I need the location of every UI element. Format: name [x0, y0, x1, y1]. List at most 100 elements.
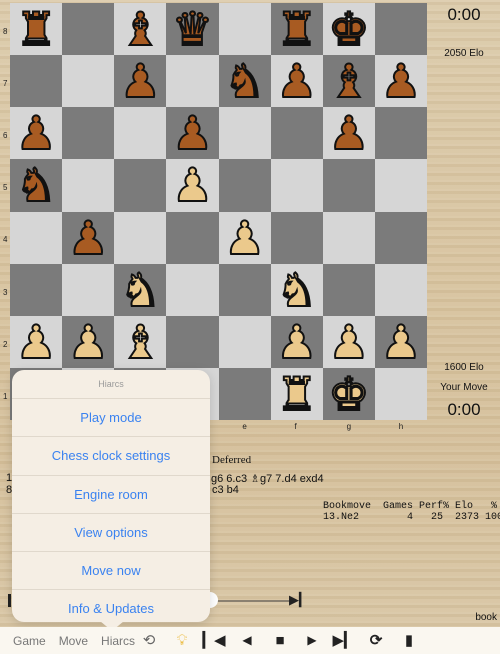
- square-h7[interactable]: ♟: [374, 55, 427, 108]
- black-rook-icon[interactable]: ♜: [14, 5, 57, 53]
- white-pawn-icon[interactable]: ♟: [223, 214, 266, 262]
- square-f4[interactable]: [270, 211, 323, 264]
- square-c7[interactable]: ♟: [114, 55, 167, 108]
- white-rook-icon[interactable]: ♜: [275, 370, 318, 418]
- square-b7[interactable]: [62, 55, 115, 108]
- square-c5[interactable]: [114, 159, 167, 212]
- square-e6[interactable]: [218, 107, 271, 160]
- black-pawn-icon[interactable]: ♟: [119, 57, 162, 105]
- square-e4[interactable]: ♟: [218, 211, 271, 264]
- white-king-icon[interactable]: ♚: [327, 370, 370, 418]
- square-d7[interactable]: [166, 55, 219, 108]
- white-pawn-icon[interactable]: ♟: [14, 318, 57, 366]
- square-a6[interactable]: ♟: [10, 107, 63, 160]
- white-pawn-icon[interactable]: ♟: [327, 318, 370, 366]
- square-a2[interactable]: ♟: [10, 315, 63, 368]
- slider-end-icon[interactable]: ▶▎: [289, 592, 309, 608]
- square-f6[interactable]: [270, 107, 323, 160]
- square-g7[interactable]: ♝: [322, 55, 375, 108]
- square-h4[interactable]: [374, 211, 427, 264]
- square-b6[interactable]: [62, 107, 115, 160]
- black-pawn-icon[interactable]: ♟: [171, 109, 214, 157]
- menu-item-engine-room[interactable]: Engine room: [12, 476, 210, 514]
- square-e5[interactable]: [218, 159, 271, 212]
- square-d8[interactable]: ♛: [166, 3, 219, 56]
- stop-icon[interactable]: ■: [268, 627, 292, 654]
- square-g8[interactable]: ♚: [322, 3, 375, 56]
- square-f3[interactable]: ♞: [270, 263, 323, 316]
- square-f1[interactable]: ♜: [270, 367, 323, 420]
- square-f5[interactable]: [270, 159, 323, 212]
- square-c6[interactable]: [114, 107, 167, 160]
- previous-move-icon[interactable]: ◀: [235, 627, 259, 654]
- square-b3[interactable]: [62, 263, 115, 316]
- square-f2[interactable]: ♟: [270, 315, 323, 368]
- square-d6[interactable]: ♟: [166, 107, 219, 160]
- next-move-icon[interactable]: ▶: [300, 627, 324, 654]
- square-c8[interactable]: ♝: [114, 3, 167, 56]
- square-d2[interactable]: [166, 315, 219, 368]
- black-pawn-icon[interactable]: ♟: [67, 214, 110, 262]
- white-pawn-icon[interactable]: ♟: [275, 318, 318, 366]
- black-pawn-icon[interactable]: ♟: [327, 109, 370, 157]
- black-knight-icon[interactable]: ♞: [223, 57, 266, 105]
- square-h6[interactable]: [374, 107, 427, 160]
- game-menu-button[interactable]: Game: [13, 634, 46, 648]
- white-pawn-icon[interactable]: ♟: [379, 318, 422, 366]
- square-d4[interactable]: [166, 211, 219, 264]
- square-h2[interactable]: ♟: [374, 315, 427, 368]
- square-d3[interactable]: [166, 263, 219, 316]
- square-g3[interactable]: [322, 263, 375, 316]
- move-menu-button[interactable]: Move: [59, 634, 88, 648]
- square-c4[interactable]: [114, 211, 167, 264]
- square-d5[interactable]: ♟: [166, 159, 219, 212]
- white-pawn-icon[interactable]: ♟: [67, 318, 110, 366]
- first-move-icon[interactable]: ▎◀: [202, 627, 226, 654]
- hint-bulb-icon[interactable]: 💡︎: [170, 627, 194, 654]
- square-e8[interactable]: [218, 3, 271, 56]
- square-e2[interactable]: [218, 315, 271, 368]
- square-e1[interactable]: [218, 367, 271, 420]
- square-f7[interactable]: ♟: [270, 55, 323, 108]
- refresh-icon[interactable]: ⟳: [364, 627, 388, 654]
- black-bishop-icon[interactable]: ♝: [327, 57, 370, 105]
- square-h3[interactable]: [374, 263, 427, 316]
- square-a4[interactable]: [10, 211, 63, 264]
- move-line-2[interactable]: c3 b4: [212, 484, 239, 496]
- black-bishop-icon[interactable]: ♝: [119, 5, 162, 53]
- square-g4[interactable]: [322, 211, 375, 264]
- square-e7[interactable]: ♞: [218, 55, 271, 108]
- black-pawn-icon[interactable]: ♟: [379, 57, 422, 105]
- engine-computer-icon[interactable]: ▮: [397, 627, 421, 654]
- black-pawn-icon[interactable]: ♟: [275, 57, 318, 105]
- menu-item-view-options[interactable]: View options: [12, 514, 210, 553]
- square-g5[interactable]: [322, 159, 375, 212]
- menu-item-chess-clock-settings[interactable]: Chess clock settings: [12, 437, 210, 476]
- chess-board[interactable]: ♜♝♛♜♚♟♞♟♝♟♟♟♟♞♟♟♟♞♞♟♟♝♟♟♟♛♜♚: [10, 3, 427, 420]
- menu-item-move-now[interactable]: Move now: [12, 552, 210, 591]
- square-b8[interactable]: [62, 3, 115, 56]
- square-a3[interactable]: [10, 263, 63, 316]
- black-queen-icon[interactable]: ♛: [171, 5, 214, 53]
- black-king-icon[interactable]: ♚: [327, 5, 370, 53]
- square-a8[interactable]: ♜: [10, 3, 63, 56]
- square-a7[interactable]: [10, 55, 63, 108]
- square-h1[interactable]: [374, 367, 427, 420]
- black-knight-icon[interactable]: ♞: [14, 161, 57, 209]
- white-knight-icon[interactable]: ♞: [275, 266, 318, 314]
- black-pawn-icon[interactable]: ♟: [14, 109, 57, 157]
- square-b2[interactable]: ♟: [62, 315, 115, 368]
- white-bishop-icon[interactable]: ♝: [119, 318, 162, 366]
- square-h5[interactable]: [374, 159, 427, 212]
- square-g2[interactable]: ♟: [322, 315, 375, 368]
- square-g1[interactable]: ♚: [322, 367, 375, 420]
- square-c3[interactable]: ♞: [114, 263, 167, 316]
- square-h8[interactable]: [374, 3, 427, 56]
- square-c2[interactable]: ♝: [114, 315, 167, 368]
- black-rook-icon[interactable]: ♜: [275, 5, 318, 53]
- hiarcs-menu-button[interactable]: Hiarcs: [101, 634, 135, 648]
- white-pawn-icon[interactable]: ♟: [171, 161, 214, 209]
- square-e3[interactable]: [218, 263, 271, 316]
- white-knight-icon[interactable]: ♞: [119, 266, 162, 314]
- square-b4[interactable]: ♟: [62, 211, 115, 264]
